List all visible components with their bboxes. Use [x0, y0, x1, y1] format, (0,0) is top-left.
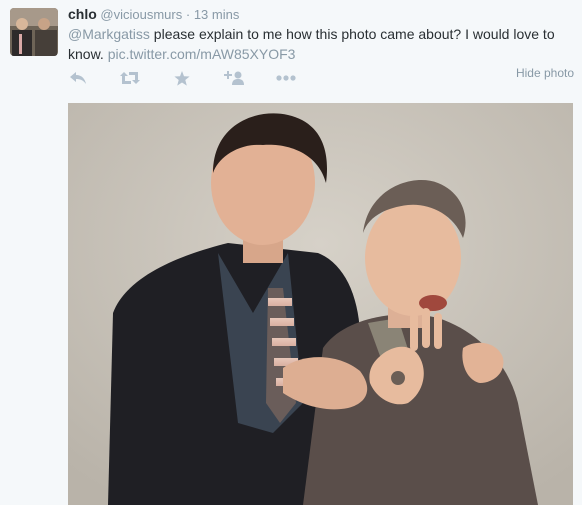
- photo-link[interactable]: pic.twitter.com/mAW85XYOF3: [108, 46, 296, 62]
- follow-button[interactable]: [224, 68, 244, 88]
- more-icon: [276, 75, 296, 81]
- reply-button[interactable]: [68, 68, 88, 88]
- avatar-image: [10, 8, 58, 56]
- author-fullname[interactable]: chlo: [68, 6, 97, 22]
- photo-image: [68, 103, 573, 505]
- retweet-icon: [120, 72, 140, 84]
- author-username[interactable]: @viciousmurs: [100, 7, 182, 22]
- star-icon: [174, 70, 190, 86]
- tweet-text: @Markgatiss please explain to me how thi…: [68, 24, 573, 64]
- tweet-photo[interactable]: [68, 103, 573, 505]
- time-separator: ·: [185, 7, 191, 22]
- avatar[interactable]: [10, 8, 58, 56]
- hide-photo-link[interactable]: Hide photo: [516, 66, 574, 80]
- retweet-button[interactable]: [120, 68, 140, 88]
- tweet-timestamp[interactable]: 13 mins: [194, 7, 240, 22]
- favorite-button[interactable]: [172, 68, 192, 88]
- tweet-actions: [68, 68, 328, 88]
- tweet-header: chlo @viciousmurs · 13 mins: [68, 6, 239, 23]
- more-button[interactable]: [276, 68, 296, 88]
- reply-icon: [70, 72, 86, 84]
- add-user-icon: [224, 71, 244, 85]
- mention-link[interactable]: @Markgatiss: [68, 26, 150, 42]
